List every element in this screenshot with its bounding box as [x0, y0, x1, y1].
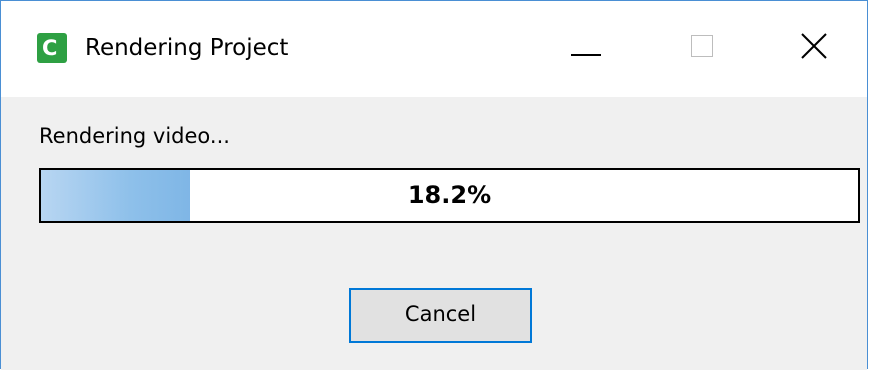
close-button[interactable] [755, 1, 865, 97]
dialog-body: Rendering video... 18.2% Cancel [1, 97, 867, 370]
minimize-icon [571, 54, 601, 56]
status-text: Rendering video... [39, 124, 230, 148]
cancel-button[interactable]: Cancel [349, 288, 532, 343]
render-progress-bar: 18.2% [39, 168, 860, 223]
app-icon-glyph: C [42, 36, 58, 60]
maximize-button[interactable] [651, 1, 761, 97]
title-bar[interactable]: C Rendering Project [1, 1, 867, 97]
minimize-button[interactable] [531, 1, 641, 97]
maximize-icon [691, 35, 713, 57]
progress-percent-label: 18.2% [407, 181, 492, 209]
render-dialog-window: C Rendering Project Rendering video... 1… [0, 0, 868, 370]
close-icon [801, 33, 827, 59]
window-title: Rendering Project [85, 35, 289, 61]
camtasia-app-icon: C [37, 33, 67, 63]
